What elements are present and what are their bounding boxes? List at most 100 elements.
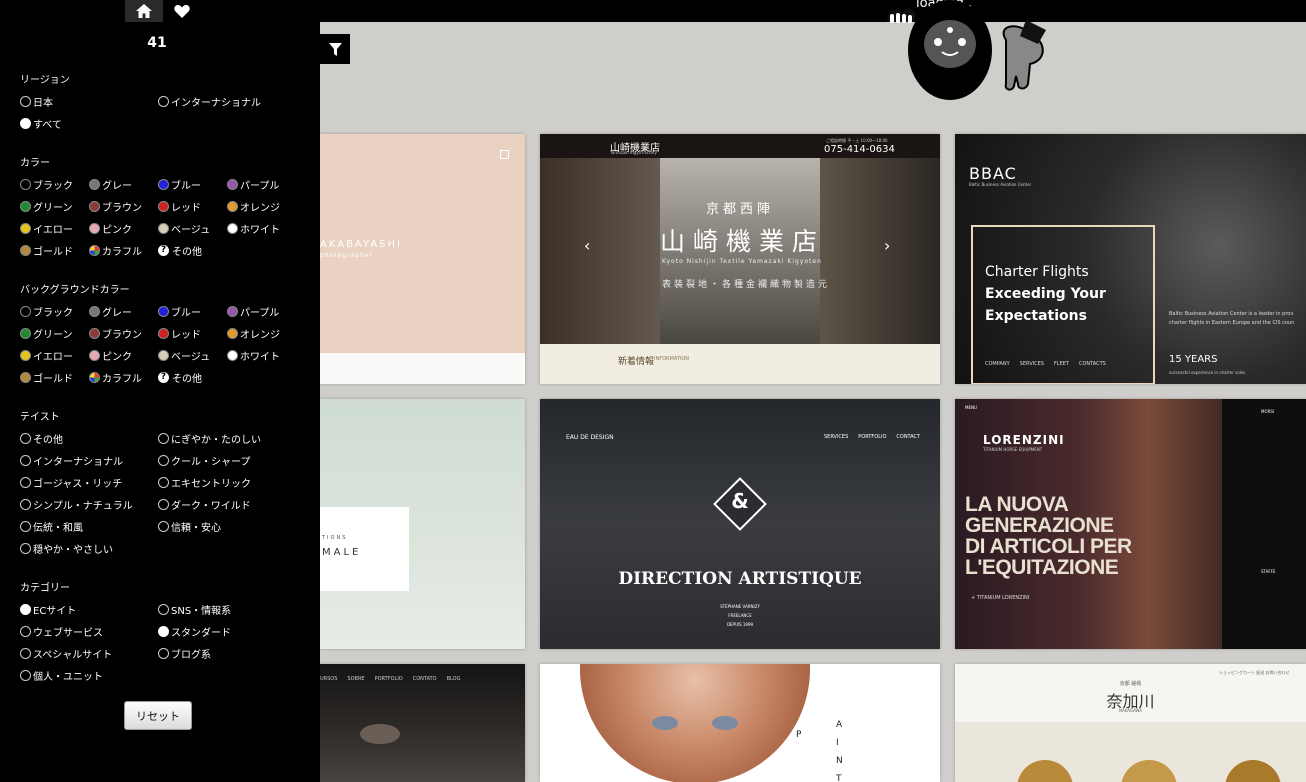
- background-color-option-8[interactable]: イエロー: [20, 348, 73, 363]
- radio-icon: [20, 604, 31, 615]
- region-option-japan[interactable]: 日本: [20, 94, 53, 109]
- background-color-option-13[interactable]: カラフル: [89, 370, 142, 385]
- home-button[interactable]: [125, 0, 163, 22]
- taste-option-7[interactable]: ダーク・ワイルド: [158, 497, 251, 512]
- color-swatch-icon: [20, 223, 31, 234]
- category-option-0[interactable]: ECサイト: [20, 602, 76, 617]
- background-color-option-11[interactable]: ホワイト: [227, 348, 280, 363]
- background-color-option-14[interactable]: ? その他: [158, 370, 202, 385]
- category-option-1[interactable]: SNS・情報系: [158, 602, 231, 617]
- option-label: ブラック: [33, 308, 73, 319]
- taste-option-9[interactable]: 信頼・安心: [158, 519, 221, 534]
- taste-option-8[interactable]: 伝統・和風: [20, 519, 83, 534]
- color-option-2[interactable]: ブルー: [158, 177, 201, 192]
- taste-option-3[interactable]: クール・シャープ: [158, 453, 250, 468]
- next-arrow-icon[interactable]: ›: [884, 236, 890, 255]
- category-option-5[interactable]: ブログ系: [158, 646, 211, 661]
- color-option-0[interactable]: ブラック: [20, 177, 73, 192]
- portfolio-nav-item-1[interactable]: SOBRE: [347, 676, 364, 682]
- color-swatch-icon: [227, 306, 238, 317]
- bbac-nav-item-0[interactable]: COMPANY: [985, 361, 1010, 367]
- category-option-2[interactable]: ウェブサービス: [20, 624, 103, 639]
- eau-nav-item-1[interactable]: PORTFOLIO: [858, 434, 886, 440]
- region-option-international[interactable]: インターナショナル: [158, 94, 261, 109]
- menu-button[interactable]: MENU: [965, 405, 977, 410]
- option-label: ゴージャス・リッチ: [33, 479, 123, 490]
- hero-line-2: Exceeding Your: [985, 286, 1106, 302]
- taste-option-4[interactable]: ゴージャス・リッチ: [20, 475, 122, 490]
- site-card-bbac[interactable]: BBAC Baltic Business Aviation Center Cha…: [955, 134, 1306, 384]
- background-color-option-5[interactable]: ブラウン: [89, 326, 142, 341]
- background-color-option-0[interactable]: ブラック: [20, 304, 73, 319]
- color-option-13[interactable]: カラフル: [89, 243, 142, 258]
- color-option-11[interactable]: ホワイト: [227, 221, 280, 236]
- site-card-portfolio-dark[interactable]: URSOS SOBRE PORTFOLIO CONTATO BLOG: [320, 664, 525, 782]
- color-swatch-icon: [158, 350, 169, 361]
- background-color-option-2[interactable]: ブルー: [158, 304, 201, 319]
- background-color-option-7[interactable]: オレンジ: [227, 326, 280, 341]
- color-option-1[interactable]: グレー: [89, 177, 132, 192]
- site-card-nakagawa[interactable]: ショッピングカート 配送 お問い合わせ 京都 嵯峨 奈加川 NAKAGAWA: [955, 664, 1306, 782]
- color-option-7[interactable]: オレンジ: [227, 199, 280, 214]
- color-option-4[interactable]: グリーン: [20, 199, 73, 214]
- background-color-title: バックグラウンドカラー: [20, 285, 130, 296]
- favorite-button[interactable]: [163, 0, 201, 22]
- region-option-all[interactable]: すべて: [20, 116, 62, 131]
- site-card-akabayashi[interactable]: AKABAYASHI photographer: [320, 134, 525, 384]
- site-card-yamazaki[interactable]: 山崎機業店 Yamazaki Kigyo Factory ご相談時間 平・土 1…: [540, 134, 940, 384]
- site-card-male[interactable]: TIONS MALE: [320, 399, 525, 649]
- taste-option-1[interactable]: にぎやか・たのしい: [158, 431, 261, 446]
- background-color-option-6[interactable]: レッド: [158, 326, 201, 341]
- site-card-eau-de-design[interactable]: EAU DE DESIGN SERVICES PORTFOLIO CONTACT &…: [540, 399, 940, 649]
- color-swatch-icon: [158, 201, 169, 212]
- color-option-3[interactable]: パープル: [227, 177, 279, 192]
- color-title: カラー: [20, 158, 50, 169]
- taste-option-5[interactable]: エキセントリック: [158, 475, 251, 490]
- category-option-6[interactable]: 個人・ユニット: [20, 668, 103, 683]
- portfolio-nav-item-2[interactable]: PORTFOLIO: [375, 676, 403, 682]
- background-color-option-4[interactable]: グリーン: [20, 326, 73, 341]
- option-label: ゴールド: [33, 247, 73, 258]
- option-label: インターナショナル: [33, 457, 123, 468]
- color-option-5[interactable]: ブラウン: [89, 199, 142, 214]
- taste-option-0[interactable]: その他: [20, 431, 63, 446]
- option-label: レッド: [171, 330, 201, 341]
- hero-tag: + TITANIUM LORENZINI: [971, 595, 1030, 601]
- background-color-option-1[interactable]: グレー: [89, 304, 132, 319]
- taste-option-2[interactable]: インターナショナル: [20, 453, 123, 468]
- taste-option-10[interactable]: 穏やか・やさしい: [20, 541, 113, 556]
- eau-nav-item-2[interactable]: CONTACT: [896, 434, 920, 440]
- eau-nav-item-0[interactable]: SERVICES: [824, 434, 848, 440]
- site-card-lorenzini[interactable]: MENU LORENZINI TITANIUM HORSE EQUIPMENT …: [955, 399, 1306, 649]
- color-option-6[interactable]: レッド: [158, 199, 201, 214]
- color-option-8[interactable]: イエロー: [20, 221, 73, 236]
- color-option-12[interactable]: ゴールド: [20, 243, 73, 258]
- option-label: 個人・ユニット: [33, 672, 103, 683]
- category-option-3[interactable]: スタンダード: [158, 624, 231, 639]
- prev-arrow-icon[interactable]: ‹: [584, 236, 590, 255]
- background-color-option-3[interactable]: パープル: [227, 304, 279, 319]
- filter-toggle-button[interactable]: [320, 34, 350, 64]
- bbac-nav-item-2[interactable]: FLEET: [1054, 361, 1069, 367]
- portfolio-nav-item-3[interactable]: CONTATO: [413, 676, 437, 682]
- background-color-option-9[interactable]: ピンク: [89, 348, 132, 363]
- bbac-nav-item-3[interactable]: CONTACTS: [1079, 361, 1106, 367]
- portfolio-nav-item-0[interactable]: URSOS: [320, 676, 337, 682]
- reset-button[interactable]: リセット: [124, 701, 192, 730]
- background-color-option-12[interactable]: ゴールド: [20, 370, 73, 385]
- bbac-nav-item-1[interactable]: SERVICES: [1020, 361, 1044, 367]
- color-option-10[interactable]: ベージュ: [158, 221, 210, 236]
- category-option-4[interactable]: スペシャルサイト: [20, 646, 112, 661]
- portfolio-nav-item-4[interactable]: BLOG: [447, 676, 461, 682]
- years-sub: successful experience in charter sales: [1169, 370, 1246, 375]
- site-card-paint[interactable]: P AINT: [540, 664, 940, 782]
- taste-option-6[interactable]: シンプル・ナチュラル: [20, 497, 133, 512]
- option-label: ウェブサービス: [33, 628, 103, 639]
- option-label: ブラウン: [102, 203, 142, 214]
- background-color-option-10[interactable]: ベージュ: [158, 348, 210, 363]
- color-option-14[interactable]: ? その他: [158, 243, 202, 258]
- hero-tagline: 表装裂地・各種金襴織物製造元: [662, 280, 831, 290]
- color-option-9[interactable]: ピンク: [89, 221, 132, 236]
- brand-name-en: Yamazaki Kigyo Factory: [610, 150, 657, 155]
- bbac-logo: BBAC: [969, 164, 1017, 183]
